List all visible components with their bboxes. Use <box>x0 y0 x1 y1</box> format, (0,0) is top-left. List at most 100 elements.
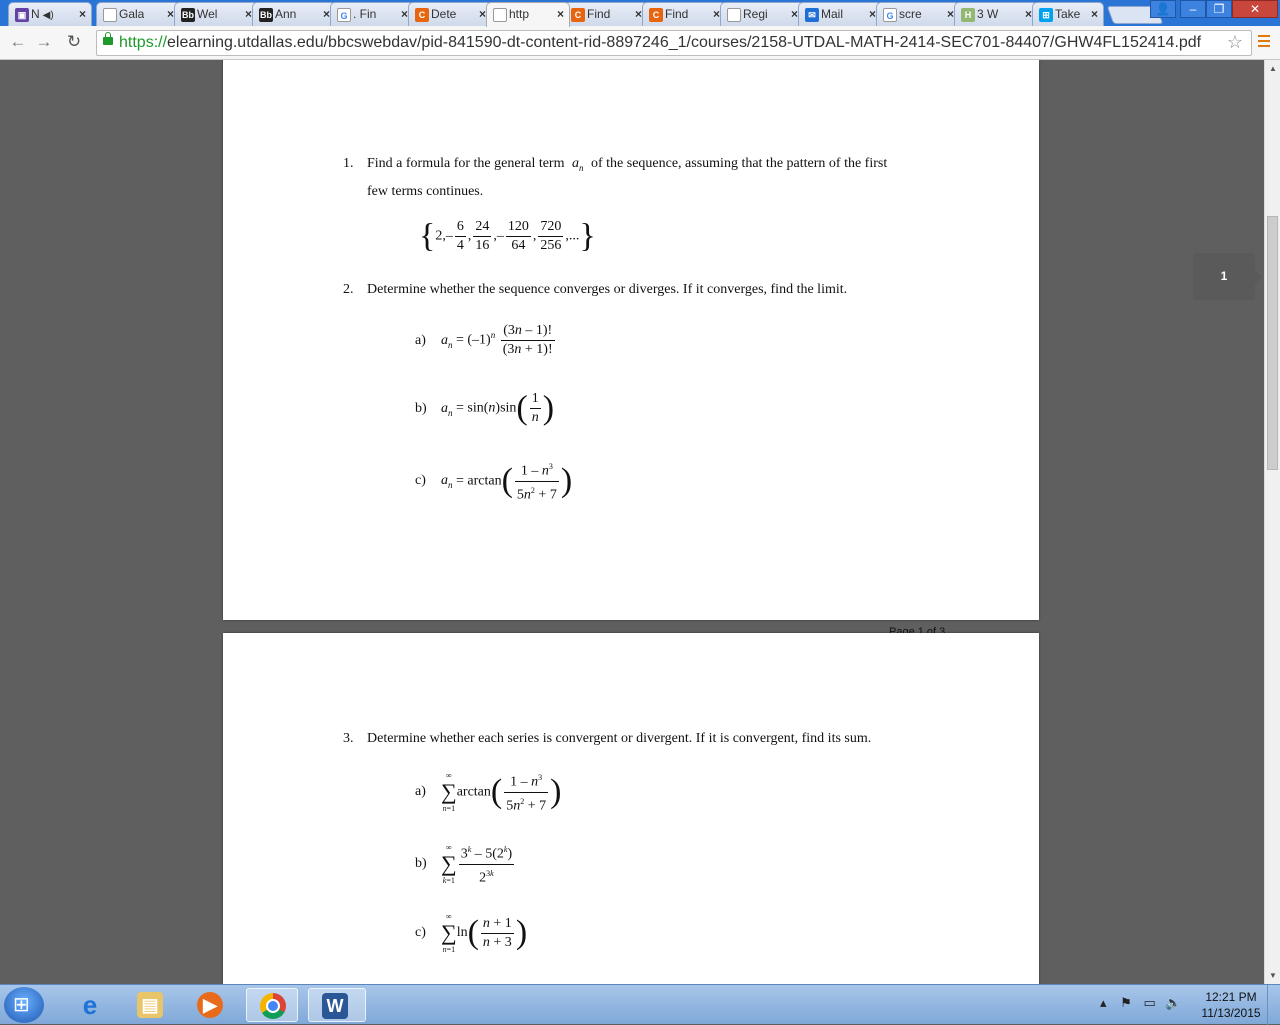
problem-3b: b)∞ ∑ k=1 3k – 5(2k) 23k <box>415 841 516 887</box>
close-tab-icon[interactable]: × <box>1091 3 1098 25</box>
chegg-icon: C <box>415 8 429 22</box>
tab-label: http <box>509 7 530 21</box>
tab-label: Take <box>1055 7 1081 21</box>
system-clock[interactable]: 12:21 PM 11/13/2015 <box>1196 989 1266 1021</box>
tab-5[interactable]: C Dete × <box>408 2 492 26</box>
tab-2[interactable]: Bb Wel × <box>174 2 258 26</box>
close-tab-icon[interactable]: × <box>713 3 720 25</box>
close-window-button[interactable]: ✕ <box>1232 0 1278 18</box>
clock-time: 12:21 PM <box>1205 990 1257 1004</box>
tab-9[interactable]: Regi × <box>720 2 804 26</box>
pdf-page-2: 3. Determine whether each series is conv… <box>223 633 1039 984</box>
twitch-icon: ▣ <box>15 8 29 22</box>
problem-2a: a) an = (–1)n (3n – 1)! (3n + 1)! <box>415 323 555 357</box>
taskbar-internet-explorer[interactable]: e <box>64 988 116 1022</box>
bookmark-star-icon[interactable]: ☆ <box>1227 32 1243 53</box>
forward-button[interactable]: → <box>34 32 54 52</box>
audio-playing-icon[interactable]: ◀) <box>43 10 54 21</box>
user-icon[interactable]: 👤 <box>1150 0 1176 18</box>
reload-button[interactable]: ↻ <box>64 32 84 52</box>
tab-label: Find <box>587 7 611 21</box>
word-icon: W <box>322 993 348 1019</box>
address-bar[interactable]: https://elearning.utdallas.edu/bbcswebda… <box>96 30 1252 56</box>
clock-date: 11/13/2015 <box>1201 1006 1261 1020</box>
tab-6[interactable]: http × <box>486 2 570 27</box>
tab-label: Dete <box>431 7 457 21</box>
pdf-page-1: 1. Find a formula for the general term a… <box>223 60 1039 638</box>
tab-11[interactable]: Gscre × <box>876 2 960 26</box>
sequence-expression: {2,– 6 4, 24 16 ,– 120 64, 720 256,...} <box>419 217 596 255</box>
internet-explorer-icon: e <box>82 990 98 1020</box>
problem-2b: b) an = sin(n)sin(1 n) <box>415 389 555 427</box>
problem-2c: c) an = arctan(1 – n3 5n2 + 7) <box>415 458 572 504</box>
taskbar-word[interactable]: W <box>308 988 366 1022</box>
close-tab-icon[interactable]: × <box>635 3 642 25</box>
scrollbar-thumb[interactable] <box>1267 216 1278 470</box>
tab-10[interactable]: ✉ Mail × <box>798 2 882 26</box>
tab-1[interactable]: Gala × <box>96 2 180 26</box>
close-tab-icon[interactable]: × <box>869 3 876 25</box>
problem-3c: c)∞ ∑ n=1ln(n + 1n + 3) <box>415 912 528 954</box>
problem-2: 2. Determine whether the sequence conver… <box>343 282 848 297</box>
tab-4[interactable]: G. Fin × <box>330 2 414 26</box>
close-tab-icon[interactable]: × <box>79 3 86 25</box>
tab-label: Wel <box>197 7 218 21</box>
close-tab-icon[interactable]: × <box>791 3 798 25</box>
network-icon[interactable]: ▭ <box>1143 995 1155 1010</box>
tab-8[interactable]: C Find × <box>642 2 726 26</box>
taskbar-file-explorer[interactable]: ▤ <box>124 988 176 1022</box>
chrome-icon <box>260 993 286 1019</box>
close-tab-icon[interactable]: × <box>947 3 954 25</box>
taskbar-chrome[interactable] <box>246 988 298 1022</box>
problem-3a: a)∞ ∑ n=1arctan(1 – n3 5n2 + 7) <box>415 769 561 815</box>
tab-13[interactable]: ⊞ Take × <box>1032 2 1104 26</box>
tab-7[interactable]: C Find × <box>564 2 648 26</box>
taskbar-media-player[interactable]: ▶ <box>184 988 236 1022</box>
close-tab-icon[interactable]: × <box>167 3 174 25</box>
tab-3[interactable]: Bb Ann × <box>252 2 336 26</box>
tab-label: Find <box>665 7 689 21</box>
tab-12[interactable]: H3 W × <box>954 2 1038 26</box>
browser-toolbar: ← → ↻ https://elearning.utdallas.edu/bbc… <box>0 26 1280 60</box>
google-icon: G <box>337 8 351 22</box>
tab-label: Gala <box>119 7 145 21</box>
windows-taskbar: e ▤ ▶ W ▴ ⚑ ▭ 🔈 12:21 PM 11/13/2015 <box>0 984 1280 1025</box>
back-button[interactable]: ← <box>8 32 28 52</box>
blackboard-icon: Bb <box>259 8 273 22</box>
close-tab-icon[interactable]: × <box>245 3 252 25</box>
google-icon: G <box>883 8 897 22</box>
show-hidden-icons-icon[interactable]: ▴ <box>1100 995 1107 1010</box>
chegg-icon: C <box>649 8 663 22</box>
action-center-flag-icon[interactable]: ⚑ <box>1120 995 1132 1010</box>
wikihow-icon: H <box>961 8 975 22</box>
tab-label: N <box>31 7 40 21</box>
doc-icon <box>493 8 507 22</box>
system-tray[interactable]: ▴ ⚑ ▭ 🔈 <box>1100 995 1182 1011</box>
close-tab-icon[interactable]: × <box>557 3 564 25</box>
volume-icon[interactable]: 🔈 <box>1165 995 1181 1010</box>
maximize-button[interactable]: ❐ <box>1206 0 1232 18</box>
chegg-icon: C <box>571 8 585 22</box>
close-tab-icon[interactable]: × <box>1025 3 1032 25</box>
tab-label: scre <box>899 7 922 21</box>
menu-icon[interactable] <box>1258 35 1270 50</box>
tab-0[interactable]: ▣ N ◀) × <box>8 2 92 26</box>
close-tab-icon[interactable]: × <box>401 3 408 25</box>
tab-label: . Fin <box>353 7 377 21</box>
close-tab-icon[interactable]: × <box>479 3 486 25</box>
close-tab-icon[interactable]: × <box>323 3 330 25</box>
vertical-scrollbar[interactable]: ▲ ▼ <box>1264 60 1280 984</box>
scroll-down-arrow-icon[interactable]: ▼ <box>1269 971 1277 980</box>
minimize-button[interactable]: – <box>1180 0 1206 18</box>
start-button[interactable] <box>4 987 44 1023</box>
scroll-up-arrow-icon[interactable]: ▲ <box>1269 64 1277 73</box>
pdf-viewer[interactable]: 1. Find a formula for the general term a… <box>0 60 1264 984</box>
show-desktop-button[interactable] <box>1267 985 1280 1025</box>
folder-icon: ▤ <box>137 992 163 1018</box>
doc-icon <box>727 8 741 22</box>
tab-label: Mail <box>821 7 844 21</box>
lock-icon <box>103 32 113 45</box>
url-text[interactable]: https://elearning.utdallas.edu/bbcswebda… <box>119 33 1201 53</box>
page-number-indicator: 1 <box>1193 253 1262 300</box>
blackboard-icon: Bb <box>181 8 195 22</box>
